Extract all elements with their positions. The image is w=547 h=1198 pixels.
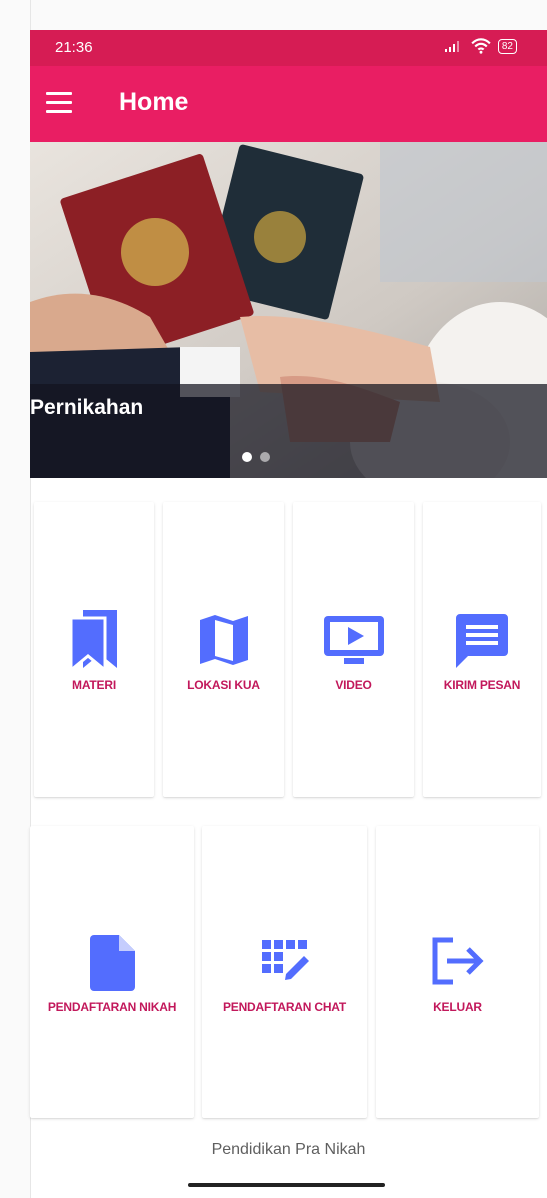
- menu-card-label: KELUAR: [433, 1000, 482, 1014]
- signal-icon: [444, 41, 459, 52]
- home-indicator[interactable]: [188, 1183, 385, 1187]
- message-icon: [456, 614, 508, 668]
- document-icon: [90, 935, 135, 991]
- menu-card-materi[interactable]: MATERI: [34, 502, 154, 797]
- menu-card-label: PENDAFTARAN NIKAH: [47, 1000, 177, 1014]
- menu-card-keluar[interactable]: KELUAR: [376, 826, 539, 1118]
- menu-card-label: MATERI: [72, 678, 116, 692]
- banner-caption: Pernikahan: [30, 396, 144, 419]
- device-frame-left: [0, 0, 31, 1198]
- menu-card-lokasi-kua[interactable]: LOKASI KUA: [163, 502, 284, 797]
- bookmarks-icon: [69, 610, 117, 670]
- app-bar: Home: [30, 66, 547, 142]
- menu-card-kirim-pesan[interactable]: KIRIM PESAN: [423, 502, 541, 797]
- menu-card-pendaftaran-chat[interactable]: PENDAFTARAN CHAT: [202, 826, 367, 1118]
- banner-caption-bar: Pernikahan: [30, 384, 547, 478]
- menu-card-label: PENDAFTARAN CHAT: [222, 1000, 346, 1014]
- logout-icon: [432, 937, 484, 985]
- battery-indicator: 82: [497, 38, 517, 54]
- carousel-indicator: [242, 452, 270, 462]
- menu-card-label: KIRIM PESAN: [443, 678, 521, 692]
- page-title: Home: [119, 88, 189, 116]
- video-icon: [323, 616, 384, 664]
- banner-carousel[interactable]: Pernikahan: [30, 142, 547, 478]
- carousel-dot-active[interactable]: [242, 452, 252, 462]
- device-frame-top: [0, 0, 547, 30]
- menu-card-label: VIDEO: [335, 678, 372, 692]
- footer-text: Pendidikan Pra Nikah: [211, 1141, 366, 1158]
- status-time: 21:36: [55, 39, 93, 56]
- menu-card-label: LOKASI KUA: [187, 678, 260, 692]
- status-icons: 82: [444, 38, 517, 54]
- map-icon: [199, 615, 248, 665]
- edit-grid-icon: [261, 940, 309, 980]
- menu-card-pendaftaran-nikah[interactable]: PENDAFTARAN NIKAH: [30, 826, 194, 1118]
- status-bar: 21:36 82: [30, 30, 547, 66]
- carousel-dot[interactable]: [260, 452, 270, 462]
- hamburger-menu-icon[interactable]: [46, 92, 72, 114]
- wifi-icon: [471, 38, 491, 54]
- menu-card-video[interactable]: VIDEO: [293, 502, 414, 797]
